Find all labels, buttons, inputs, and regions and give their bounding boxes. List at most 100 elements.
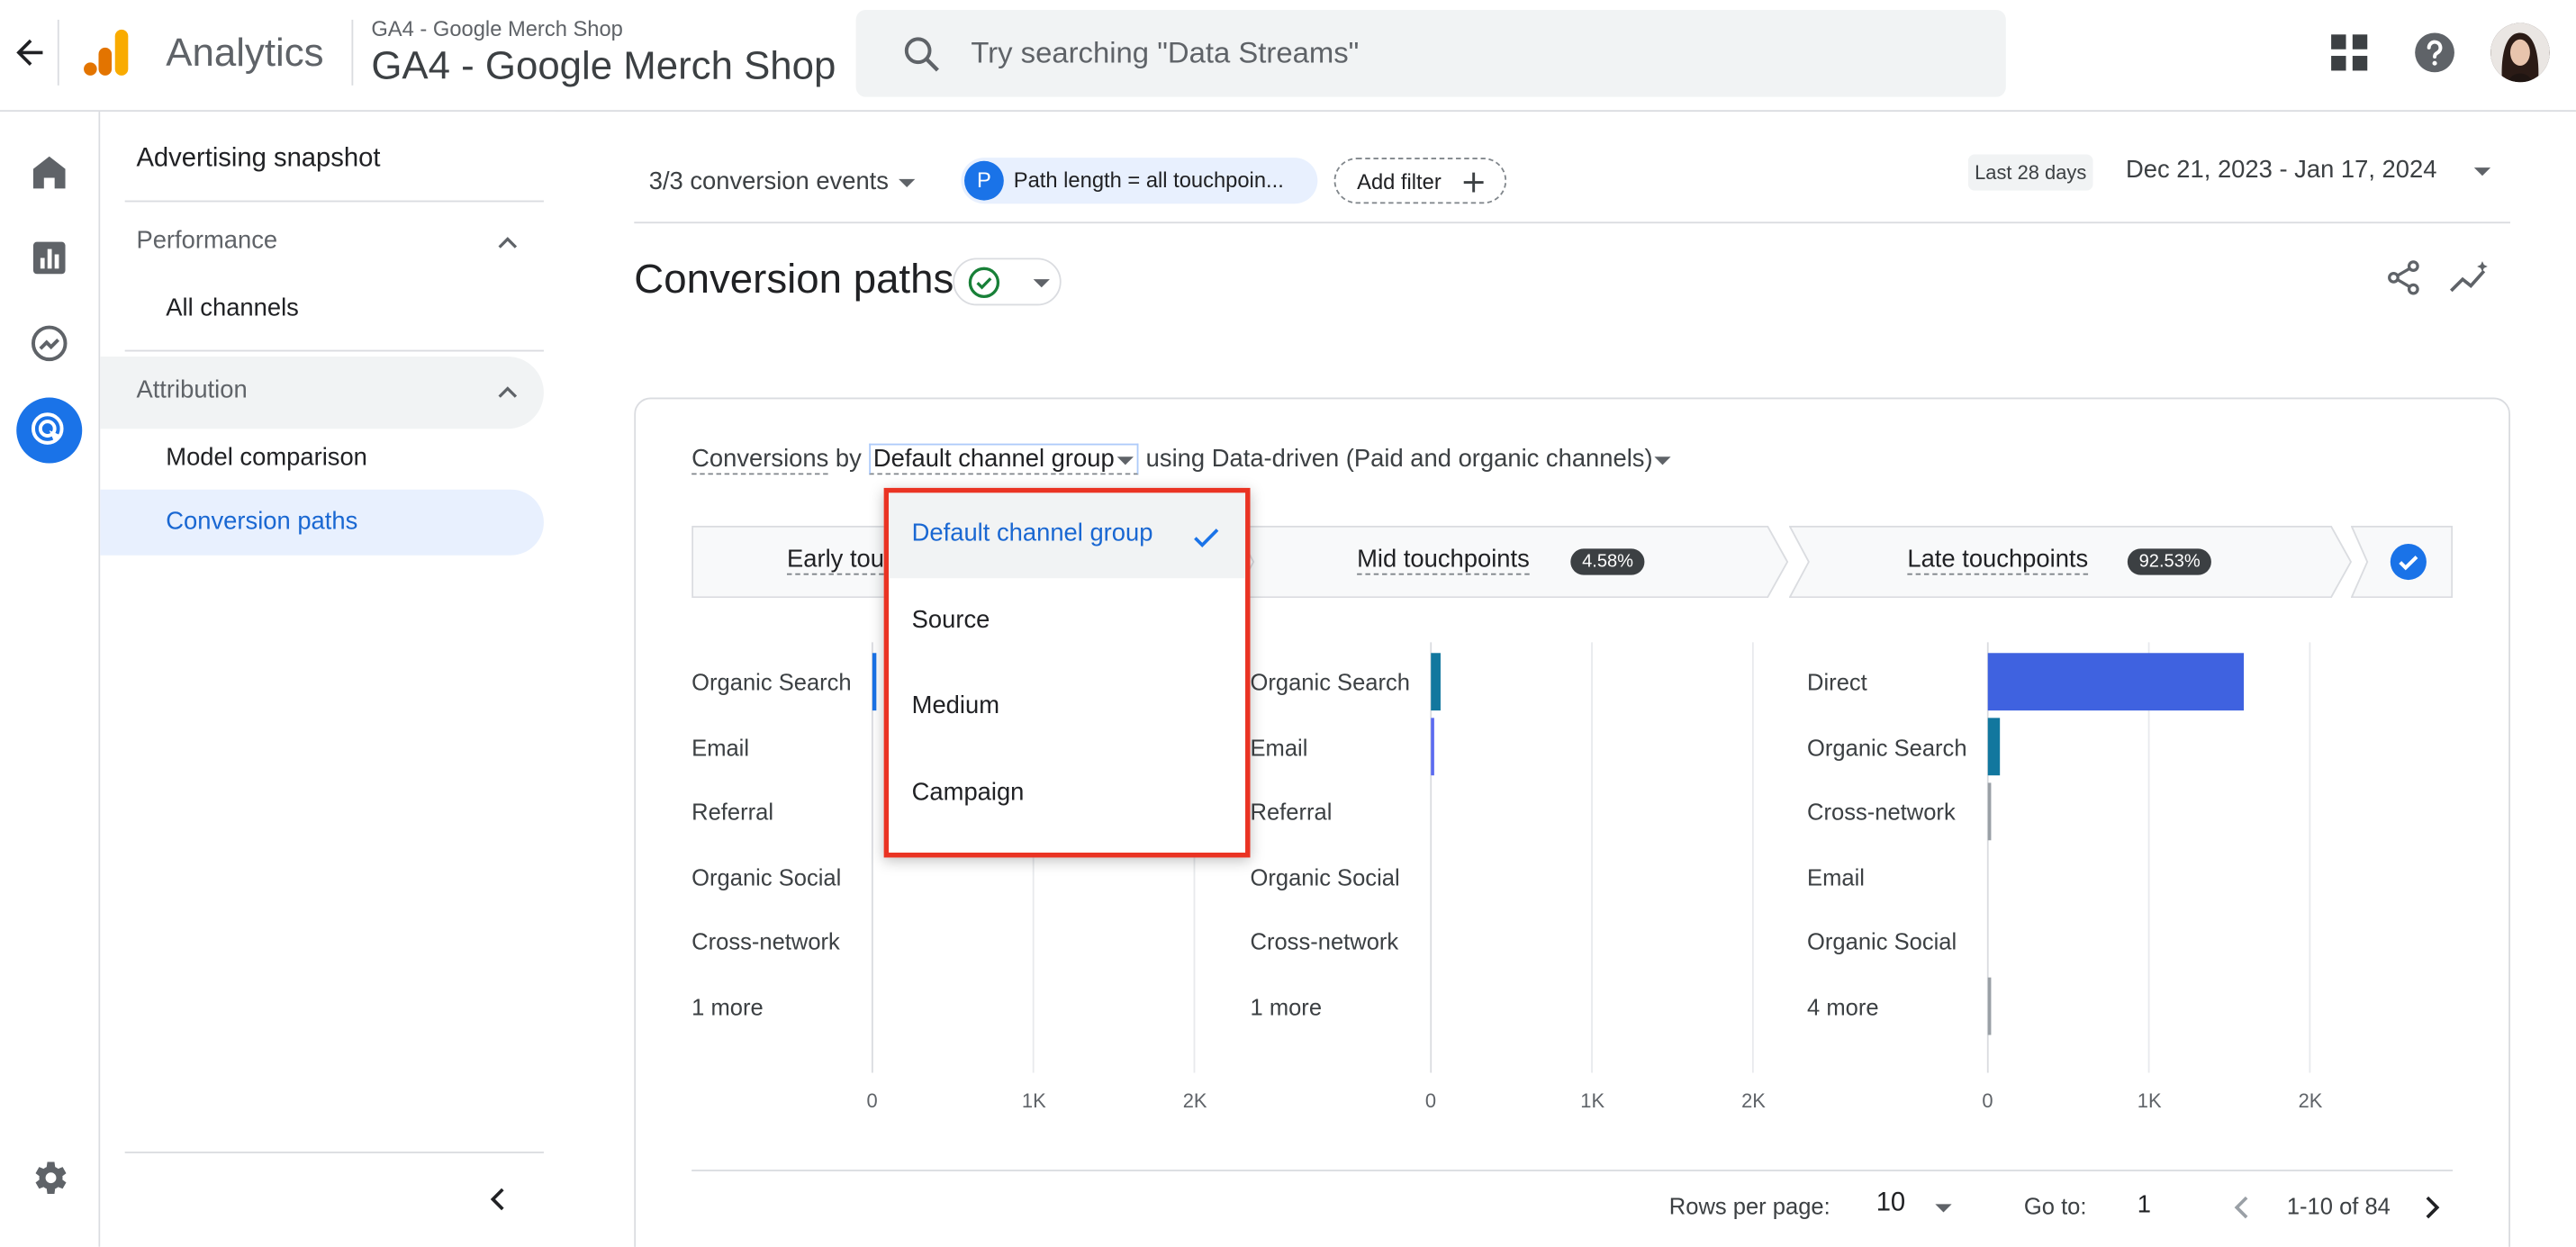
section-label: Attribution [136,375,248,404]
bar[interactable] [1431,653,1441,711]
search-icon [904,37,939,72]
category-label: 4 more [1807,992,1879,1020]
category-label: 1 more [691,992,764,1020]
stage-pct-badge: 92.53% [2127,548,2212,575]
option-label: Medium [911,691,1000,720]
section-label: Performance [136,226,278,255]
stage-mid[interactable]: Mid touchpoints 4.58% [1234,525,1789,599]
sidebar-item-label: All channels [166,294,299,322]
metric-label[interactable]: Conversions [691,445,829,475]
check-circle-icon [2390,543,2427,581]
category-label: Cross-network [1807,798,1956,825]
dropdown-option-source[interactable]: Source [889,580,1245,665]
chevron-up-icon [498,237,518,248]
conversion-events-selector[interactable]: 3/3 conversion events [648,167,916,196]
category-label: Referral [1250,798,1333,825]
sidenav-divider [124,1152,544,1153]
account-name[interactable]: GA4 - Google Merch Shop [371,16,623,41]
date-preset-badge: Last 28 days [1967,154,2093,191]
property-selector[interactable]: GA4 - Google Merch Shop [371,44,836,90]
caret-down-icon [1654,456,1671,465]
category-label: Referral [691,798,774,825]
report-status-dropdown[interactable] [953,258,1062,306]
chevron-up-icon [498,386,518,398]
stage-late[interactable]: Late touchpoints 92.53% [1788,525,2353,599]
dimension-selector[interactable]: Default channel group [868,443,1140,475]
reports-icon[interactable] [28,237,70,279]
goto-input[interactable]: 1 [2138,1191,2151,1219]
top-bar: Analytics GA4 - Google Merch Shop GA4 - … [0,0,2576,113]
avatar[interactable] [2490,23,2550,83]
analytics-logo-icon[interactable] [82,26,131,78]
dropdown-option-campaign[interactable]: Campaign [889,753,1245,838]
sidenav-divider [124,200,544,203]
x-tick-label: 2K [2298,1089,2323,1113]
model-selector[interactable]: Data-driven (Paid and organic channels) [1212,445,1671,473]
explore-icon[interactable] [28,322,70,365]
bar[interactable] [1987,718,2001,776]
dropdown-option-default-channel-group[interactable]: Default channel group [889,492,1246,579]
sidebar-item-label: Model comparison [166,443,367,472]
bar[interactable] [1987,782,1992,841]
back-arrow-icon[interactable] [10,32,50,72]
x-tick-label: 0 [866,1089,878,1113]
bar[interactable] [1987,977,1992,1035]
search-bar[interactable]: Try searching "Data Streams" [855,9,2006,97]
section-attribution[interactable]: Attribution [100,356,544,429]
chip-text: Path length = all touchpoin... [1013,167,1284,193]
x-tick-label: 1K [1021,1089,1046,1113]
sidebar-item-model-comparison[interactable]: Model comparison [100,426,544,492]
share-icon[interactable] [2383,258,2423,297]
category-label: Email [691,733,750,760]
date-range-selector[interactable]: Dec 21, 2023 - Jan 17, 2024 [2126,156,2436,184]
dropdown-option-medium[interactable]: Medium [889,665,1245,751]
sidenav-divider [124,349,544,352]
stage-pct-badge: 4.58% [1570,548,1645,575]
chevron-right-icon[interactable] [2415,1191,2447,1224]
x-tick-label: 2K [1182,1089,1207,1113]
card-header: Conversions by Default channel group usi… [691,443,1671,475]
home-icon[interactable] [28,151,70,194]
section-performance[interactable]: Performance [100,207,544,279]
sidebar-item-conversion-paths[interactable]: Conversion paths [100,489,544,556]
category-label: Organic Social [1807,927,1957,955]
using-label: using [1145,445,1206,474]
sidebar-item-all-channels[interactable]: All channels [100,276,544,342]
app-name[interactable]: Analytics [166,32,323,77]
conversion-events-label: 3/3 conversion events [648,167,889,196]
rows-per-page-select[interactable]: 10 [1876,1189,1905,1219]
option-label: Campaign [911,778,1025,807]
category-label: Direct [1807,668,1867,695]
chevron-left-icon[interactable] [2226,1191,2258,1224]
settings-icon[interactable] [28,1157,70,1199]
plus-icon [1463,172,1484,193]
page-range: 1-10 of 84 [2286,1192,2391,1219]
sidebar-item-label: Conversion paths [166,507,358,536]
help-icon[interactable] [2412,30,2458,76]
x-tick-label: 1K [2137,1089,2162,1113]
caret-down-icon[interactable] [2473,167,2491,176]
bar[interactable] [1987,653,2245,711]
insights-icon[interactable] [2448,258,2490,297]
stage-conversion[interactable] [2351,525,2454,599]
add-filter-button[interactable]: Add filter [1333,158,1507,204]
table-divider [691,1170,2454,1171]
bar[interactable] [872,653,877,711]
apps-grid-icon[interactable] [2327,30,2373,76]
sidenav-title[interactable]: Advertising snapshot [136,145,380,175]
caret-down-icon[interactable] [1935,1204,1952,1213]
side-nav: Advertising snapshot Performance All cha… [100,112,556,1247]
add-filter-label: Add filter [1357,168,1442,194]
filter-bar: 3/3 conversion events P Path length = al… [634,145,2510,224]
category-label: Email [1250,733,1308,760]
collapse-nav-chevron-icon[interactable] [482,1183,514,1215]
dimension-dropdown-menu: Default channel group Source Medium Camp… [883,487,1251,858]
by-label: by [835,445,862,474]
bar[interactable] [1431,718,1434,776]
category-label: Organic Search [1807,733,1967,760]
advertising-nav-active[interactable] [16,397,83,464]
path-length-filter-chip[interactable]: P Path length = all touchpoin... [961,158,1318,204]
caret-down-icon [1033,279,1050,288]
header-divider [57,19,59,86]
rows-per-page-label: Rows per page: [1668,1192,1830,1219]
